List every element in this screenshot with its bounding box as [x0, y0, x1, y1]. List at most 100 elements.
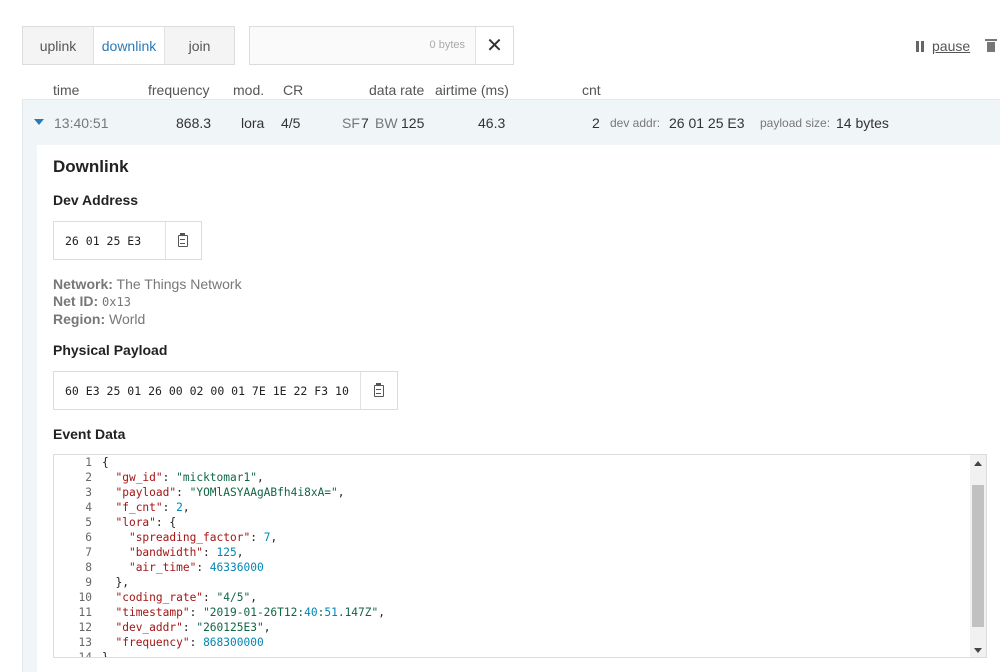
column-airtime: airtime (ms) [435, 82, 509, 98]
code-line: 3 "payload": "YOMlASYAAgABfh4i8xA=", [54, 485, 969, 500]
column-time: time [53, 82, 80, 98]
copy-dev-address-button[interactable] [166, 222, 201, 259]
payload-filter-input[interactable]: 0 bytes [250, 27, 475, 64]
dev-address-heading: Dev Address [53, 192, 139, 208]
payload-filter: 0 bytes ✕ [249, 26, 514, 65]
tab-uplink[interactable]: uplink [23, 27, 94, 64]
code-line: 2 "gw_id": "micktomar1", [54, 470, 969, 485]
code-line: 9 }, [54, 575, 969, 590]
row-modulation: lora [241, 115, 265, 131]
code-text: }, [102, 576, 129, 589]
physical-payload-heading: Physical Payload [53, 342, 168, 358]
table-row[interactable]: 13:40:51 868.3 lora 4/5 SF 7 BW 125 46.3… [23, 100, 1000, 146]
row-payload-size-label: payload size: [760, 116, 831, 130]
row-bw-label: BW [375, 115, 398, 131]
editor-scrollbar[interactable] [970, 455, 986, 657]
line-number: 7 [85, 546, 92, 559]
region-info: Region: World [53, 311, 145, 327]
line-number: 2 [85, 471, 92, 484]
line-number: 9 [85, 576, 92, 589]
code-line: 8 "air_time": 46336000 [54, 560, 969, 575]
row-cnt: 2 [592, 115, 600, 131]
pause-button[interactable]: pause [916, 38, 970, 54]
tab-downlink[interactable]: downlink [94, 27, 165, 64]
clipboard-icon [178, 232, 189, 247]
net-id-info: Net ID: 0x13 [53, 293, 131, 309]
code-text: "f_cnt": 2, [115, 501, 190, 514]
line-number: 4 [85, 501, 92, 514]
chevron-down-icon[interactable] [34, 119, 44, 125]
row-airtime: 46.3 [478, 115, 506, 131]
close-icon[interactable]: ✕ [475, 27, 513, 64]
message-type-tabs: uplink downlink join [22, 26, 235, 65]
event-data-code: 1{2 "gw_id": "micktomar1", 3 "payload": "… [54, 455, 969, 658]
physical-payload-box: 60 E3 25 01 26 00 02 00 01 7E 1E 22 F3 1… [53, 371, 398, 410]
scroll-up-icon[interactable] [974, 461, 982, 466]
column-data-rate: data rate [369, 82, 425, 98]
row-sf-label: SF [342, 115, 360, 131]
line-number: 8 [85, 561, 92, 574]
clipboard-icon [374, 382, 385, 397]
line-number: 12 [78, 621, 92, 634]
scrollbar-thumb[interactable] [972, 485, 984, 627]
code-line: 11 "timestamp": "2019-01-26T12:40:51.147… [54, 605, 969, 620]
code-line: 12 "dev_addr": "260125E3", [54, 620, 969, 635]
dev-address-box: 26 01 25 E3 [53, 221, 202, 260]
code-line: 1{ [54, 455, 969, 470]
physical-payload-value[interactable]: 60 E3 25 01 26 00 02 00 01 7E 1E 22 F3 1… [54, 372, 362, 409]
column-cnt: cnt [582, 82, 601, 98]
code-text: "bandwidth": 125, [128, 546, 244, 559]
line-number: 11 [78, 606, 92, 619]
line-number: 1 [85, 456, 92, 469]
scroll-down-icon[interactable] [974, 648, 982, 653]
code-text: } [102, 651, 109, 658]
code-text: "gw_id": "micktomar1", [115, 471, 264, 484]
row-frequency: 868.3 [176, 115, 212, 131]
code-text: "air_time": 46336000 [128, 561, 264, 574]
column-modulation: mod. [233, 82, 265, 98]
pause-icon [916, 40, 924, 52]
code-text: "frequency": 868300000 [115, 636, 264, 649]
event-data-editor[interactable]: 1{2 "gw_id": "micktomar1", 3 "payload": "… [53, 454, 987, 658]
code-text: "timestamp": "2019-01-26T12:40:51.147Z", [115, 606, 385, 619]
copy-payload-button[interactable] [361, 372, 397, 409]
code-line: 14} [54, 650, 969, 658]
code-line: 13 "frequency": 868300000 [54, 635, 969, 650]
tab-join[interactable]: join [165, 27, 234, 64]
row-time: 13:40:51 [54, 115, 109, 131]
event-data-heading: Event Data [53, 426, 126, 442]
net-id-label: Net ID: [53, 293, 99, 309]
code-line: 6 "spreading_factor": 7, [54, 530, 969, 545]
line-number: 5 [85, 516, 92, 529]
region-value: World [109, 311, 146, 327]
payload-filter-bytes: 0 bytes [429, 39, 465, 51]
pause-label: pause [932, 38, 971, 54]
code-text: "spreading_factor": 7, [128, 531, 278, 544]
row-payload-size: 14 bytes [836, 115, 889, 131]
detail-title: Downlink [53, 157, 129, 176]
line-number: 3 [85, 486, 92, 499]
line-number: 13 [78, 636, 92, 649]
row-bw: 125 [401, 115, 425, 131]
code-text: "lora": { [115, 516, 177, 529]
code-text: "coding_rate": "4/5", [115, 591, 257, 604]
column-frequency: frequency [148, 82, 210, 98]
code-line: 5 "lora": { [54, 515, 969, 530]
code-line: 7 "bandwidth": 125, [54, 545, 969, 560]
column-cr: CR [283, 82, 304, 98]
row-dev-addr: 26 01 25 E3 [669, 115, 745, 131]
network-info: Network: The Things Network [53, 276, 242, 292]
net-id-value: 0x13 [102, 295, 131, 309]
row-sf: 7 [361, 115, 369, 131]
network-value: The Things Network [116, 276, 242, 292]
code-line: 4 "f_cnt": 2, [54, 500, 969, 515]
dev-address-value[interactable]: 26 01 25 E3 [54, 222, 166, 259]
trash-icon[interactable] [985, 39, 997, 52]
line-number: 14 [78, 651, 92, 658]
code-line: 10 "coding_rate": "4/5", [54, 590, 969, 605]
code-text: { [102, 456, 109, 469]
row-dev-addr-label: dev addr: [610, 116, 661, 130]
code-text: "dev_addr": "260125E3", [115, 621, 271, 634]
region-label: Region: [53, 311, 106, 327]
line-number: 10 [78, 591, 92, 604]
